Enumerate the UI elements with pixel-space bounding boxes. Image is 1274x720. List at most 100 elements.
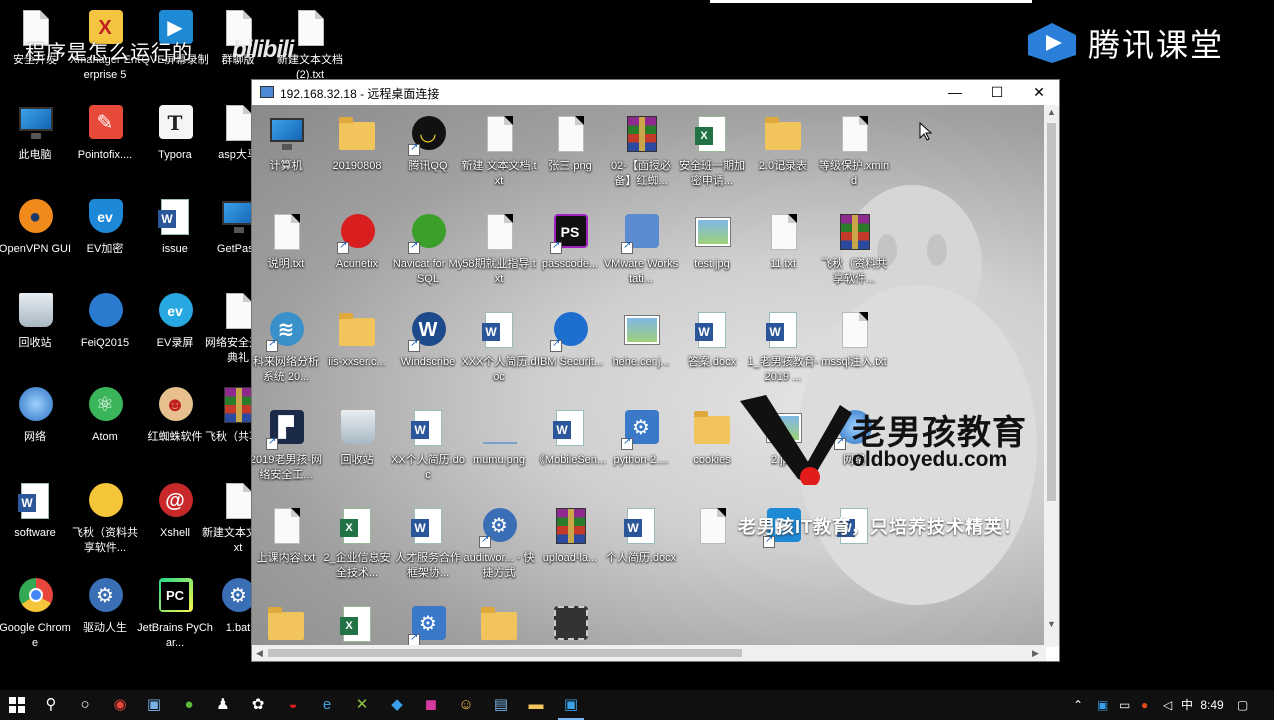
remote-desktop-icon[interactable]: mumu.png	[461, 408, 537, 468]
scroll-up-icon[interactable]: ▲	[1047, 107, 1056, 117]
weather-taskbar-icon[interactable]: ☺	[449, 690, 483, 720]
remote-desktop-icon[interactable]: 飞秋（资料共享软件...	[816, 212, 892, 287]
window-titlebar[interactable]: 192.168.32.18 - 远程桌面连接 — ☐ ✕	[252, 80, 1059, 105]
remote-desktop-icon[interactable]: W 个人简历.docx	[603, 506, 679, 566]
desktop-icon[interactable]: Google Chrome	[0, 576, 73, 651]
remote-desktop-icon[interactable]: X 2_企业信息安全技术...	[319, 506, 395, 581]
remote-desktop-icon[interactable]: test.jpg	[674, 212, 750, 272]
feiq-taskbar-icon[interactable]: ◆	[380, 690, 414, 720]
remote-desktop-icon[interactable]: ⚙	[390, 604, 466, 647]
desktop-icon[interactable]: W software	[0, 481, 73, 541]
remote-desktop-icon[interactable]: W Windscribe	[390, 310, 466, 370]
desktop-icon[interactable]: ⚛ Atom	[67, 385, 143, 445]
scroll-down-icon[interactable]: ▼	[1047, 619, 1056, 629]
remote-icon-label: 2.0记录表	[758, 160, 808, 172]
explorer-taskbar-icon[interactable]: ▬	[519, 690, 553, 720]
remote-desktop-icon[interactable]: ≋ 科来网络分析系统 20...	[252, 310, 324, 385]
remote-desktop-icon[interactable]: 02-【面授必备】红蜘...	[603, 114, 679, 189]
desktop-icon[interactable]: 网络	[0, 385, 73, 445]
desktop-icon[interactable]: FeiQ2015	[67, 291, 143, 351]
remote-desktop-icon[interactable]: Acunetix	[319, 212, 395, 272]
qq-taskbar-icon[interactable]: ♟	[206, 690, 240, 720]
remote-desktop-icon[interactable]: mssql注入.txt	[816, 310, 892, 370]
remote-desktop-icon[interactable]: 11.txt	[745, 212, 821, 272]
notification-icon[interactable]: ▢	[1237, 690, 1248, 720]
app-taskbar-icon[interactable]: ◼	[414, 690, 448, 720]
remote-desktop-icon[interactable]: Navicat for MySQL	[390, 212, 466, 287]
remote-desktop-icon[interactable]: X	[319, 604, 395, 647]
acunetix-taskbar-icon[interactable]: ◒	[276, 690, 310, 720]
remote-desktop-icon[interactable]: 等级保护.xmind	[816, 114, 892, 189]
search-icon[interactable]: ⚲	[34, 690, 68, 720]
vertical-scrollbar[interactable]: ▲ ▼	[1044, 105, 1059, 647]
minimize-button[interactable]: —	[933, 80, 977, 105]
remote-desktop-area[interactable]: 计算机 20190808 ◡ 腾讯QQ 新建 文本文档.txt 张三.png 02…	[252, 105, 1046, 647]
desktop-icon[interactable]: 回收站	[0, 291, 73, 351]
blank-icon	[479, 408, 519, 450]
remote-desktop-icon[interactable]: 回收站	[319, 408, 395, 468]
clock[interactable]: 8:49	[1192, 690, 1232, 720]
remote-desktop-icon[interactable]: W 人才服务合作框架协...	[390, 506, 466, 581]
cortana-icon[interactable]: ○	[68, 690, 102, 720]
desktop-icon[interactable]: ev EV加密	[67, 197, 143, 257]
tray-overflow-icon[interactable]: ⌃	[1073, 690, 1083, 720]
desktop-icon[interactable]: ⚙ 驱动人生	[67, 576, 143, 636]
desktop-icon[interactable]: ✎ Pointofix....	[67, 103, 143, 163]
start-button-icon[interactable]	[0, 690, 34, 720]
remote-desktop-icon[interactable]: 说明.txt	[252, 212, 324, 272]
maximize-button[interactable]: ☐	[975, 80, 1019, 105]
edge-taskbar-icon[interactable]: e	[310, 690, 344, 720]
rdp-taskbar-icon[interactable]: ▤	[484, 690, 518, 720]
remote-desktop-icon[interactable]: ⚙ python-2....	[603, 408, 679, 468]
remote-desktop-icon[interactable]: VMware Workstati...	[603, 212, 679, 287]
remote-desktop-icon[interactable]: ◡ 腾讯QQ	[390, 114, 466, 174]
remote-desktop-icon[interactable]: 计算机	[252, 114, 324, 174]
remote-desktop-icon[interactable]: PS passcode...	[532, 212, 608, 272]
remote-desktop-icon[interactable]: W XX个人简历.doc	[390, 408, 466, 483]
remote-icon-label: 科来网络分析系统 20...	[253, 356, 319, 383]
remote-desktop-icon[interactable]: ⚙ auditwor... - 快捷方式	[461, 506, 537, 581]
xmind-taskbar-icon[interactable]: ✕	[345, 690, 379, 720]
chrome-taskbar-icon[interactable]: ◉	[103, 690, 137, 720]
remote-desktop-icon[interactable]	[532, 604, 608, 647]
remote-desktop-icon[interactable]: X 安全班一期加密申请...	[674, 114, 750, 189]
settings-taskbar-icon[interactable]: ✿	[241, 690, 275, 720]
remote-icon-label: 02-【面授必备】红蜘...	[611, 160, 671, 187]
remote-desktop-icon[interactable]: IBM Securit...	[532, 310, 608, 370]
network-tray-icon[interactable]: ▭	[1119, 690, 1130, 720]
remote-desktop-icon[interactable]: W 答案.docx	[674, 310, 750, 370]
remote-desktop-icon[interactable]: upload-la...	[532, 506, 608, 566]
vertical-scroll-thumb[interactable]	[1047, 123, 1056, 501]
close-button[interactable]: ✕	[1017, 80, 1061, 105]
horizontal-scroll-thumb[interactable]	[268, 649, 742, 657]
desktop-icon[interactable]: 飞秋（资料共享软件...	[67, 481, 143, 556]
remote-desktop-icon[interactable]: 2.0记录表	[745, 114, 821, 174]
remote-desktop-icon[interactable]: cookies	[674, 408, 750, 468]
scroll-left-icon[interactable]: ◀	[256, 648, 263, 659]
remote-desktop-window[interactable]: 192.168.32.18 - 远程桌面连接 — ☐ ✕ 计算机 2019080…	[251, 79, 1060, 662]
remote-desktop-icon[interactable]: 上课内容.txt	[252, 506, 324, 566]
desktop-icon[interactable]: 此电脑	[0, 103, 73, 163]
scroll-right-icon[interactable]: ▶	[1032, 648, 1039, 659]
remote-desktop-icon[interactable]: W XXX个人简历.doc	[461, 310, 537, 385]
volume-tray-icon[interactable]: ◁	[1163, 690, 1172, 720]
desktop-icon[interactable]: ● OpenVPN GUI	[0, 197, 73, 257]
tray-app-icon[interactable]: ▣	[1097, 690, 1108, 720]
rdp-active-taskbar-icon[interactable]: ▣	[554, 690, 588, 720]
remote-desktop-icon[interactable]: W 《MobileSen...	[532, 408, 608, 468]
remote-desktop-icon[interactable]: iis-xxser.c...	[319, 310, 395, 370]
remote-desktop-icon[interactable]: 新建 文本文档.txt	[461, 114, 537, 189]
evernote-taskbar-icon[interactable]: ●	[172, 690, 206, 720]
remote-desktop-icon[interactable]	[252, 604, 324, 647]
remote-desktop-icon[interactable]	[461, 604, 537, 647]
remote-icon-label: mumu.png	[473, 454, 525, 466]
tray-red-icon[interactable]: ●	[1141, 690, 1148, 720]
remote-desktop-icon[interactable]: 58期就业指导.txt	[461, 212, 537, 287]
remote-desktop-icon[interactable]: hehe.cer.j...	[603, 310, 679, 370]
remote-desktop-icon[interactable]: W 1_老男孩教育-2019 ...	[745, 310, 821, 385]
remote-desktop-taskbar-icon[interactable]: ▣	[137, 690, 171, 720]
remote-desktop-icon[interactable]: ▛ 2019老男孩-网络安全工...	[252, 408, 324, 483]
remote-desktop-icon[interactable]: 张三.png	[532, 114, 608, 174]
remote-desktop-icon[interactable]: 20190808	[319, 114, 395, 174]
horizontal-scrollbar[interactable]: ◀ ▶	[252, 645, 1046, 661]
